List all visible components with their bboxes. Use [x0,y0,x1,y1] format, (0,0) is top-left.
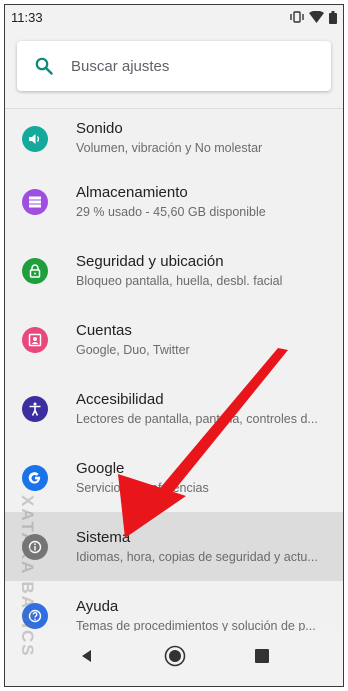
search-icon [17,57,71,75]
setting-item-cuentas[interactable]: Cuentas Google, Duo, Twitter [5,305,343,374]
setting-item-seguridad[interactable]: Seguridad y ubicación Bloqueo pantalla, … [5,236,343,305]
setting-item-sonido[interactable]: Sonido Volumen, vibración y No molestar [5,109,343,167]
battery-icon [329,10,337,24]
home-icon[interactable] [164,645,186,672]
setting-title: Ayuda [76,597,119,615]
status-icons [290,10,337,24]
search-input[interactable]: Buscar ajustes [71,58,169,75]
lock-icon [22,257,48,284]
search-area: Buscar ajustes [5,29,343,109]
google-icon [22,464,48,491]
phone-screen: 11:33 Buscar ajustes Sonido Volumen, vib… [4,4,344,687]
settings-list: Sonido Volumen, vibración y No molestar … [5,109,343,650]
volume-icon [22,126,48,152]
accessibility-icon [22,395,48,422]
setting-subtitle: Lectores de pantalla, pantalla, controle… [76,411,318,426]
setting-title: Sonido [76,120,123,137]
status-time: 11:33 [11,9,43,25]
watermark-text: XATAKA BASICS [18,495,37,658]
setting-title: Sistema [76,528,131,546]
status-bar: 11:33 [5,5,343,29]
setting-item-accesibilidad[interactable]: Accesibilidad Lectores de pantalla, pant… [5,374,343,443]
setting-subtitle: Idiomas, hora, copias de seguridad y act… [76,549,318,564]
setting-item-google[interactable]: Google Servicios y preferencias [5,443,343,512]
setting-title: Seguridad y ubicación [76,252,224,270]
setting-subtitle: Bloqueo pantalla, huella, desbl. facial [76,273,283,288]
setting-subtitle: Google, Duo, Twitter [76,342,190,357]
back-icon[interactable] [79,648,95,669]
navigation-bar [5,631,343,686]
setting-subtitle: Volumen, vibración y No molestar [76,141,263,155]
setting-item-almacenamiento[interactable]: Almacenamiento 29 % usado - 45,60 GB dis… [5,167,343,236]
storage-icon [22,188,48,215]
setting-title: Almacenamiento [76,183,188,201]
search-bar[interactable]: Buscar ajustes [17,41,331,91]
setting-item-sistema[interactable]: Sistema Idiomas, hora, copias de segurid… [5,512,343,581]
vibrate-icon [290,11,304,23]
setting-title: Google [76,459,125,477]
setting-title: Accesibilidad [76,390,164,408]
wifi-icon [309,11,324,23]
setting-title: Cuentas [76,321,132,339]
account-icon [22,326,48,353]
recents-icon[interactable] [254,649,269,668]
setting-subtitle: Servicios y preferencias [76,480,209,495]
setting-subtitle: 29 % usado - 45,60 GB disponible [76,204,266,219]
